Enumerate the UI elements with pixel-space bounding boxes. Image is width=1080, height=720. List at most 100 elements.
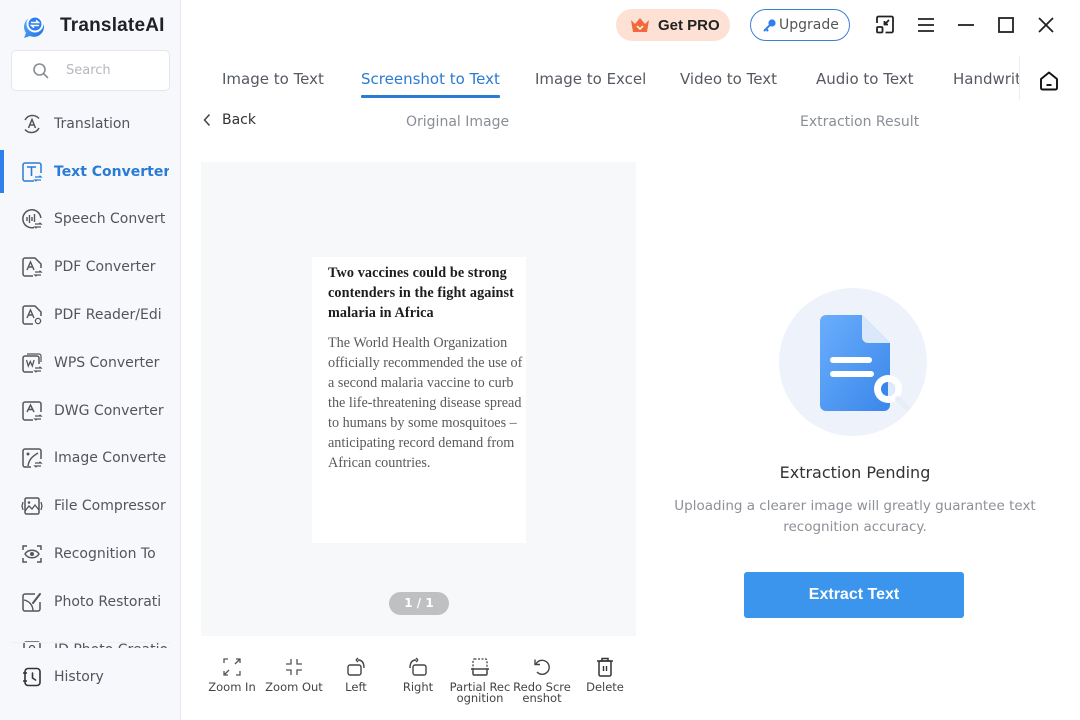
- sidebar-item-label: WPS Converter: [54, 354, 160, 371]
- text-converter-icon: [22, 161, 43, 182]
- recognition-icon: [22, 545, 42, 563]
- pdf-converter-icon: [22, 257, 43, 278]
- shrink-window-icon: [876, 15, 894, 34]
- minimize-icon: [958, 24, 974, 26]
- key-icon: [763, 19, 776, 32]
- screenshot-body: The World Health Organization officially…: [328, 335, 523, 471]
- sidebar-item-file-compressor[interactable]: File Compressor: [0, 482, 180, 530]
- back-label: Back: [222, 112, 256, 128]
- tab-video-to-text[interactable]: Video to Text: [680, 70, 777, 98]
- upgrade-label: Upgrade: [779, 17, 839, 33]
- sidebar-item-speech-convert[interactable]: Speech Convert: [0, 196, 180, 244]
- app-name: TranslateAI: [60, 15, 165, 36]
- sidebar-item-translation[interactable]: Translation: [0, 100, 180, 148]
- original-image-title: Original Image: [406, 114, 510, 130]
- document-search-illustration-icon: [779, 288, 927, 436]
- sidebar-item-dwg-converter[interactable]: DWG Converter: [0, 387, 180, 435]
- sidebar-item-label: DWG Converter: [54, 402, 164, 419]
- tab-handwriting[interactable]: Handwrit: [953, 70, 1019, 98]
- sidebar-item-label: Translation: [54, 115, 131, 132]
- extraction-result-title: Extraction Result: [800, 114, 920, 130]
- file-compressor-icon: [21, 497, 43, 516]
- photo-restoration-icon: [22, 592, 41, 612]
- get-pro-label: Get PRO: [658, 16, 720, 34]
- close-button[interactable]: [1033, 12, 1059, 38]
- rotate-left-button[interactable]: Left: [325, 656, 387, 693]
- sidebar: TranslateAI Translation Text Converter S…: [0, 0, 181, 720]
- sidebar-item-image-converter[interactable]: Image Converte: [0, 435, 180, 483]
- tab-screenshot-to-text[interactable]: Screenshot to Text: [361, 70, 500, 98]
- brand: TranslateAI: [20, 10, 165, 42]
- menu-button[interactable]: [913, 12, 939, 38]
- close-icon: [1038, 17, 1054, 33]
- partial-recognition-label: Partial Recognition: [449, 680, 511, 705]
- zoom-out-icon: [286, 659, 302, 675]
- mini-mode-button[interactable]: [872, 12, 898, 38]
- sidebar-item-recognition-tools[interactable]: Recognition To: [0, 530, 180, 578]
- search-box[interactable]: [11, 50, 170, 91]
- minimize-button[interactable]: [953, 12, 979, 38]
- redo-screenshot-button[interactable]: Redo Screenshot: [511, 656, 573, 704]
- zoom-in-label: Zoom In: [208, 680, 256, 694]
- sidebar-item-wps-converter[interactable]: WPS Converter: [0, 339, 180, 387]
- page-indicator: 1 / 1: [389, 592, 449, 615]
- extract-text-button[interactable]: Extract Text: [744, 572, 964, 618]
- id-photo-icon: [23, 640, 41, 648]
- dwg-converter-icon: [22, 400, 43, 421]
- history-icon: [23, 667, 41, 687]
- sidebar-item-pdf-reader[interactable]: PDF Reader/Edi: [0, 291, 180, 339]
- zoom-out-button[interactable]: Zoom Out: [263, 656, 325, 693]
- zoom-out-label: Zoom Out: [265, 680, 323, 694]
- rotate-left-icon: [347, 657, 365, 676]
- delete-label: Delete: [586, 680, 624, 694]
- wps-converter-icon: [22, 353, 43, 373]
- back-button[interactable]: Back: [202, 112, 256, 128]
- redo-screenshot-label: Redo Screenshot: [513, 680, 571, 705]
- sidebar-item-photo-restoration[interactable]: Photo Restorati: [0, 578, 180, 626]
- home-button[interactable]: [1036, 68, 1062, 94]
- tab-audio-to-text[interactable]: Audio to Text: [816, 70, 914, 98]
- rotate-right-button[interactable]: Right: [387, 656, 449, 693]
- sidebar-divider: [10, 642, 170, 643]
- tab-image-to-text[interactable]: Image to Text: [222, 70, 324, 98]
- extraction-status-title: Extraction Pending: [779, 463, 931, 482]
- search-input[interactable]: [66, 63, 156, 78]
- sidebar-item-label: PDF Converter: [54, 259, 156, 276]
- extraction-status-description: Uploading a clearer image will greatly g…: [674, 498, 1036, 535]
- sidebar-item-id-photo[interactable]: ID Photo Creatio: [0, 626, 180, 648]
- partial-recognition-button[interactable]: Partial Recognition: [449, 656, 511, 704]
- sidebar-nav: Translation Text Converter Speech Conver…: [0, 100, 180, 648]
- partial-recognition-icon: [471, 658, 489, 676]
- speech-convert-icon: [22, 209, 43, 230]
- tab-image-to-excel[interactable]: Image to Excel: [535, 70, 646, 98]
- screenshot-preview: Two vaccines could be strong contenders …: [312, 257, 526, 543]
- sidebar-item-label: File Compressor: [54, 498, 166, 515]
- sidebar-item-pdf-converter[interactable]: PDF Converter: [0, 243, 180, 291]
- hamburger-menu-icon: [918, 18, 934, 32]
- chevron-left-icon: [203, 113, 211, 127]
- sidebar-item-label: Photo Restorati: [54, 593, 162, 610]
- upgrade-button[interactable]: Upgrade: [750, 9, 850, 41]
- sidebar-item-label: Text Converter: [54, 163, 169, 180]
- tabs-divider: [1019, 56, 1020, 100]
- sidebar-item-text-converter[interactable]: Text Converter: [0, 148, 180, 196]
- rotate-left-label: Left: [345, 680, 367, 694]
- sidebar-item-label: PDF Reader/Edi: [54, 307, 162, 324]
- sidebar-item-label: Image Converte: [54, 450, 167, 467]
- translateai-logo-icon: [23, 15, 44, 38]
- maximize-button[interactable]: [993, 12, 1019, 38]
- rotate-right-icon: [409, 657, 427, 676]
- sidebar-item-history[interactable]: History: [0, 654, 180, 700]
- rotate-right-label: Right: [402, 680, 434, 694]
- delete-icon: [597, 657, 613, 677]
- screenshot-headline: Two vaccines could be strong contenders …: [328, 265, 514, 321]
- redo-screenshot-icon: [534, 659, 550, 675]
- feature-tabs: Image to Text Screenshot to Text Image t…: [181, 56, 1019, 104]
- get-pro-button[interactable]: Get PRO: [616, 9, 730, 41]
- zoom-in-button[interactable]: Zoom In: [201, 656, 263, 693]
- history-label: History: [54, 669, 104, 685]
- search-icon: [33, 62, 49, 78]
- crown-icon: [631, 18, 649, 32]
- delete-button[interactable]: Delete: [574, 656, 636, 693]
- maximize-icon: [998, 17, 1014, 33]
